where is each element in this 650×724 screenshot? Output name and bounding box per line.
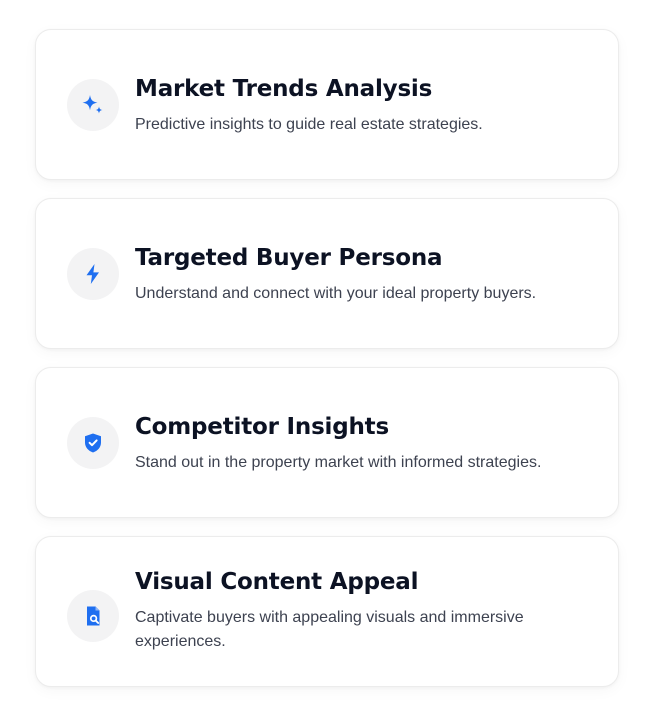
icon-badge [67, 589, 119, 642]
card-description: Stand out in the property market with in… [135, 454, 542, 471]
card-description: Understand and connect with your ideal p… [135, 285, 537, 302]
icon-badge [67, 247, 119, 300]
card-title: Competitor Insights [135, 414, 389, 440]
sparkle-icon [82, 94, 103, 113]
card-title: Visual Content Appeal [135, 569, 419, 595]
icon-badge [67, 416, 119, 469]
lightning-bolt-icon [86, 263, 99, 284]
icon-badge [67, 78, 119, 131]
feature-card-visual-content: Visual Content Appeal Captivate buyers w… [35, 536, 619, 687]
document-search-icon [87, 606, 100, 625]
feature-card-market-trends: Market Trends Analysis Predictive insigh… [35, 29, 619, 180]
feature-card-competitor-insights: Competitor Insights Stand out in the pro… [35, 367, 619, 518]
shield-check-icon [85, 433, 101, 452]
card-title: Targeted Buyer Persona [135, 245, 443, 271]
card-description: Captivate buyers with appealing visuals … [135, 609, 524, 650]
card-title: Market Trends Analysis [135, 76, 433, 102]
card-description: Predictive insights to guide real estate… [135, 116, 483, 133]
feature-card-buyer-persona: Targeted Buyer Persona Understand and co… [35, 198, 619, 349]
